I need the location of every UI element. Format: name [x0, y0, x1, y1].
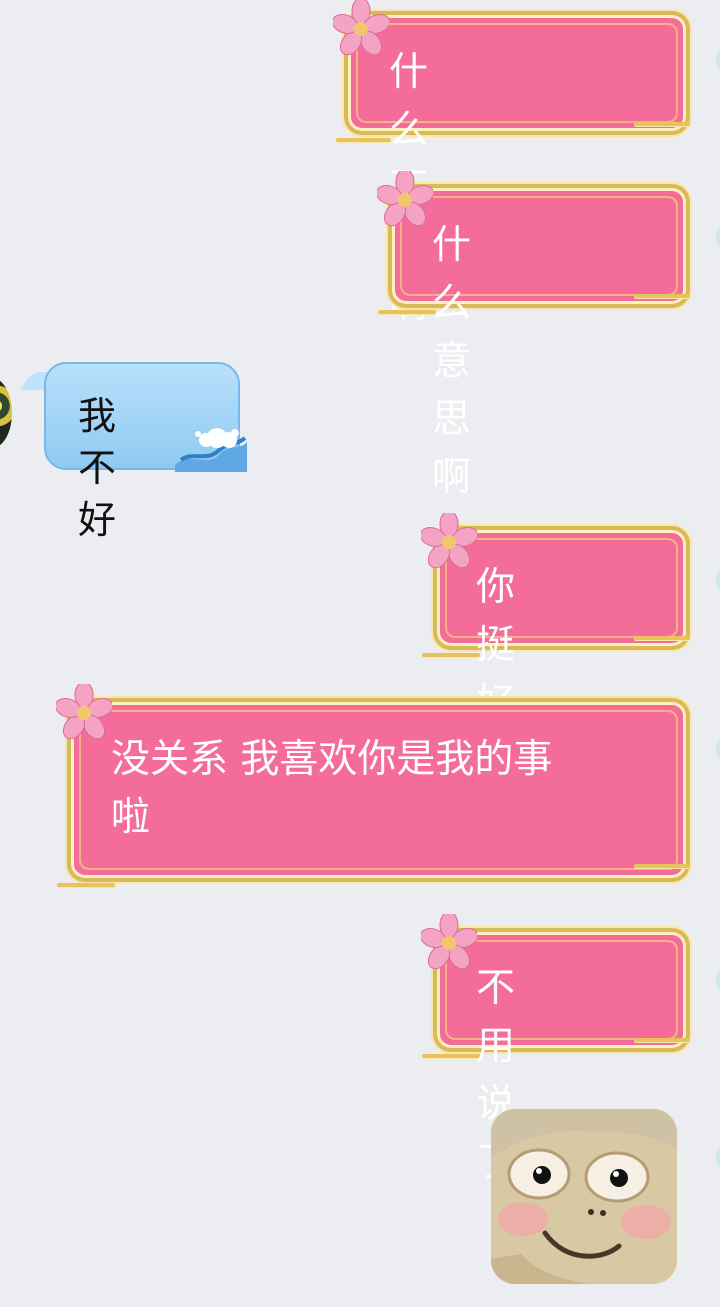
decorative-gold-line: [422, 653, 480, 657]
cherry-blossom-icon: [377, 171, 433, 227]
decorative-gold-line: [336, 138, 391, 142]
right-avatar-edge[interactable]: [716, 565, 720, 595]
decorative-gold-line: [634, 1038, 690, 1042]
cherry-blossom-icon: [421, 914, 477, 970]
cherry-blossom-icon: [333, 0, 389, 56]
decorative-gold-line: [378, 310, 436, 314]
right-avatar-edge[interactable]: [716, 45, 720, 75]
contact-avatar[interactable]: [0, 378, 12, 448]
right-avatar-edge[interactable]: [716, 965, 720, 995]
right-avatar-edge[interactable]: [716, 222, 720, 252]
cherry-blossom-icon: [421, 513, 477, 569]
cherry-blossom-icon: [56, 684, 112, 740]
right-avatar-edge[interactable]: [716, 735, 720, 765]
decorative-gold-line: [634, 864, 690, 868]
decorative-gold-line: [57, 883, 115, 887]
decorative-gold-line: [634, 636, 690, 640]
goat-face-sticker[interactable]: [491, 1109, 677, 1284]
goat-face-sticker-image: [491, 1109, 677, 1284]
decorative-gold-line: [634, 122, 690, 126]
received-message-text: 我不好: [78, 394, 117, 542]
right-avatar-edge[interactable]: [716, 1142, 720, 1172]
decorative-gold-line: [422, 1054, 480, 1058]
sent-message-text: 没关系 我喜欢你是我的事 啦: [111, 737, 553, 840]
sent-message-text: 什么意思啊: [432, 223, 472, 500]
decorative-gold-line: [634, 294, 690, 298]
wave-decoration-icon: [175, 428, 247, 472]
